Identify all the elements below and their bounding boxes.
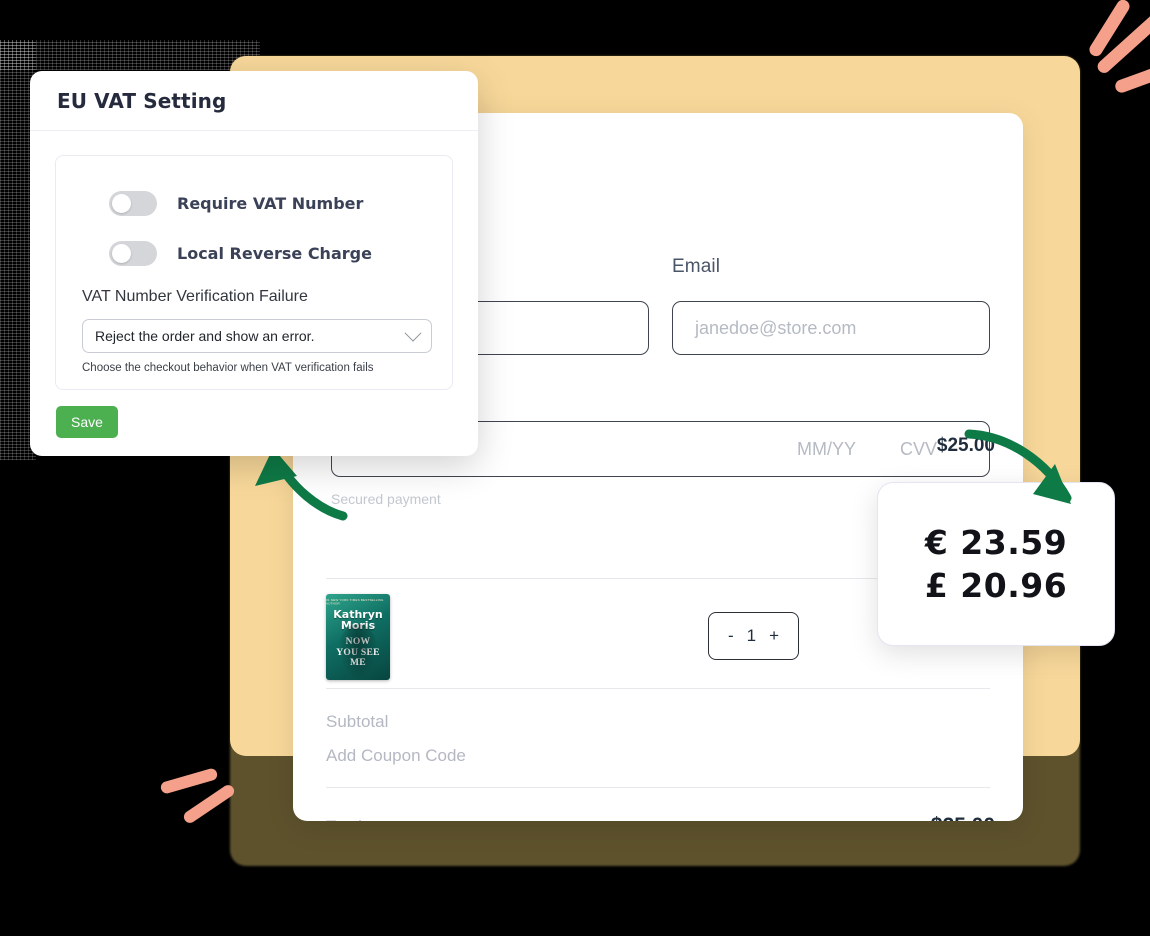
currency-pound-value: £ 20.96: [924, 566, 1068, 605]
modal-title: EU VAT Setting: [57, 88, 227, 113]
total-label: Total: [326, 817, 362, 821]
quantity-decrement-button[interactable]: -: [728, 626, 734, 646]
coral-stroke-icon: [181, 782, 237, 826]
screenshot-stage: Name Email janedoe@store.com Card MM/YY …: [0, 0, 1150, 936]
modal-header: EU VAT Setting: [30, 71, 478, 131]
require-vat-number-label: Require VAT Number: [177, 194, 364, 213]
toggle-knob-icon: [112, 194, 131, 213]
card-cvv-placeholder: CVV: [899, 438, 937, 459]
require-vat-number-row[interactable]: Require VAT Number: [109, 191, 363, 216]
unit-price-value: $25.00: [936, 435, 995, 456]
noise-texture-top: [0, 40, 260, 70]
quantity-stepper[interactable]: - 1 +: [708, 612, 799, 660]
toggle-knob-icon: [112, 244, 131, 263]
add-coupon-code-link[interactable]: Add Coupon Code: [326, 746, 466, 766]
coral-stroke-icon: [159, 767, 219, 795]
currency-euro-value: € 23.59: [924, 523, 1068, 562]
save-button[interactable]: Save: [56, 406, 118, 438]
secured-payment-note: Secured payment: [331, 491, 441, 507]
quantity-value: 1: [746, 626, 757, 645]
cover-top-line: #1 NEW YORK TIMES BESTSELLING AUTHOR: [326, 598, 384, 606]
local-reverse-charge-label: Local Reverse Charge: [177, 244, 372, 263]
vat-help-text: Choose the checkout behavior when VAT ve…: [82, 362, 374, 374]
card-expiry-placeholder: MM/YY: [796, 438, 856, 459]
currency-conversion-popup: € 23.59 £ 20.96: [877, 482, 1115, 646]
local-reverse-charge-toggle[interactable]: [109, 241, 157, 266]
email-placeholder: janedoe@store.com: [695, 317, 857, 338]
quantity-increment-button[interactable]: +: [769, 626, 779, 646]
cover-silhouette-icon: [338, 624, 378, 680]
eu-vat-setting-modal: EU VAT Setting Require VAT Number Local …: [30, 71, 478, 456]
vat-failure-behavior-select[interactable]: Reject the order and show an error.: [82, 319, 432, 353]
email-field-label: Email: [672, 256, 721, 277]
local-reverse-charge-row[interactable]: Local Reverse Charge: [109, 241, 372, 266]
vat-settings-panel: Require VAT Number Local Reverse Charge …: [55, 155, 453, 390]
require-vat-number-toggle[interactable]: [109, 191, 157, 216]
chevron-down-icon: [404, 324, 422, 342]
total-value: $25.00: [931, 814, 995, 821]
product-thumbnail: #1 NEW YORK TIMES BESTSELLING AUTHOR Kat…: [326, 594, 390, 680]
email-input[interactable]: janedoe@store.com: [672, 301, 990, 355]
coral-stroke-icon: [1113, 57, 1150, 95]
vat-failure-behavior-value: Reject the order and show an error.: [95, 328, 315, 344]
vat-verification-failure-label: VAT Number Verification Failure: [82, 288, 308, 305]
divider: [326, 787, 990, 788]
divider: [326, 688, 990, 689]
subtotal-label: Subtotal: [326, 712, 389, 731]
